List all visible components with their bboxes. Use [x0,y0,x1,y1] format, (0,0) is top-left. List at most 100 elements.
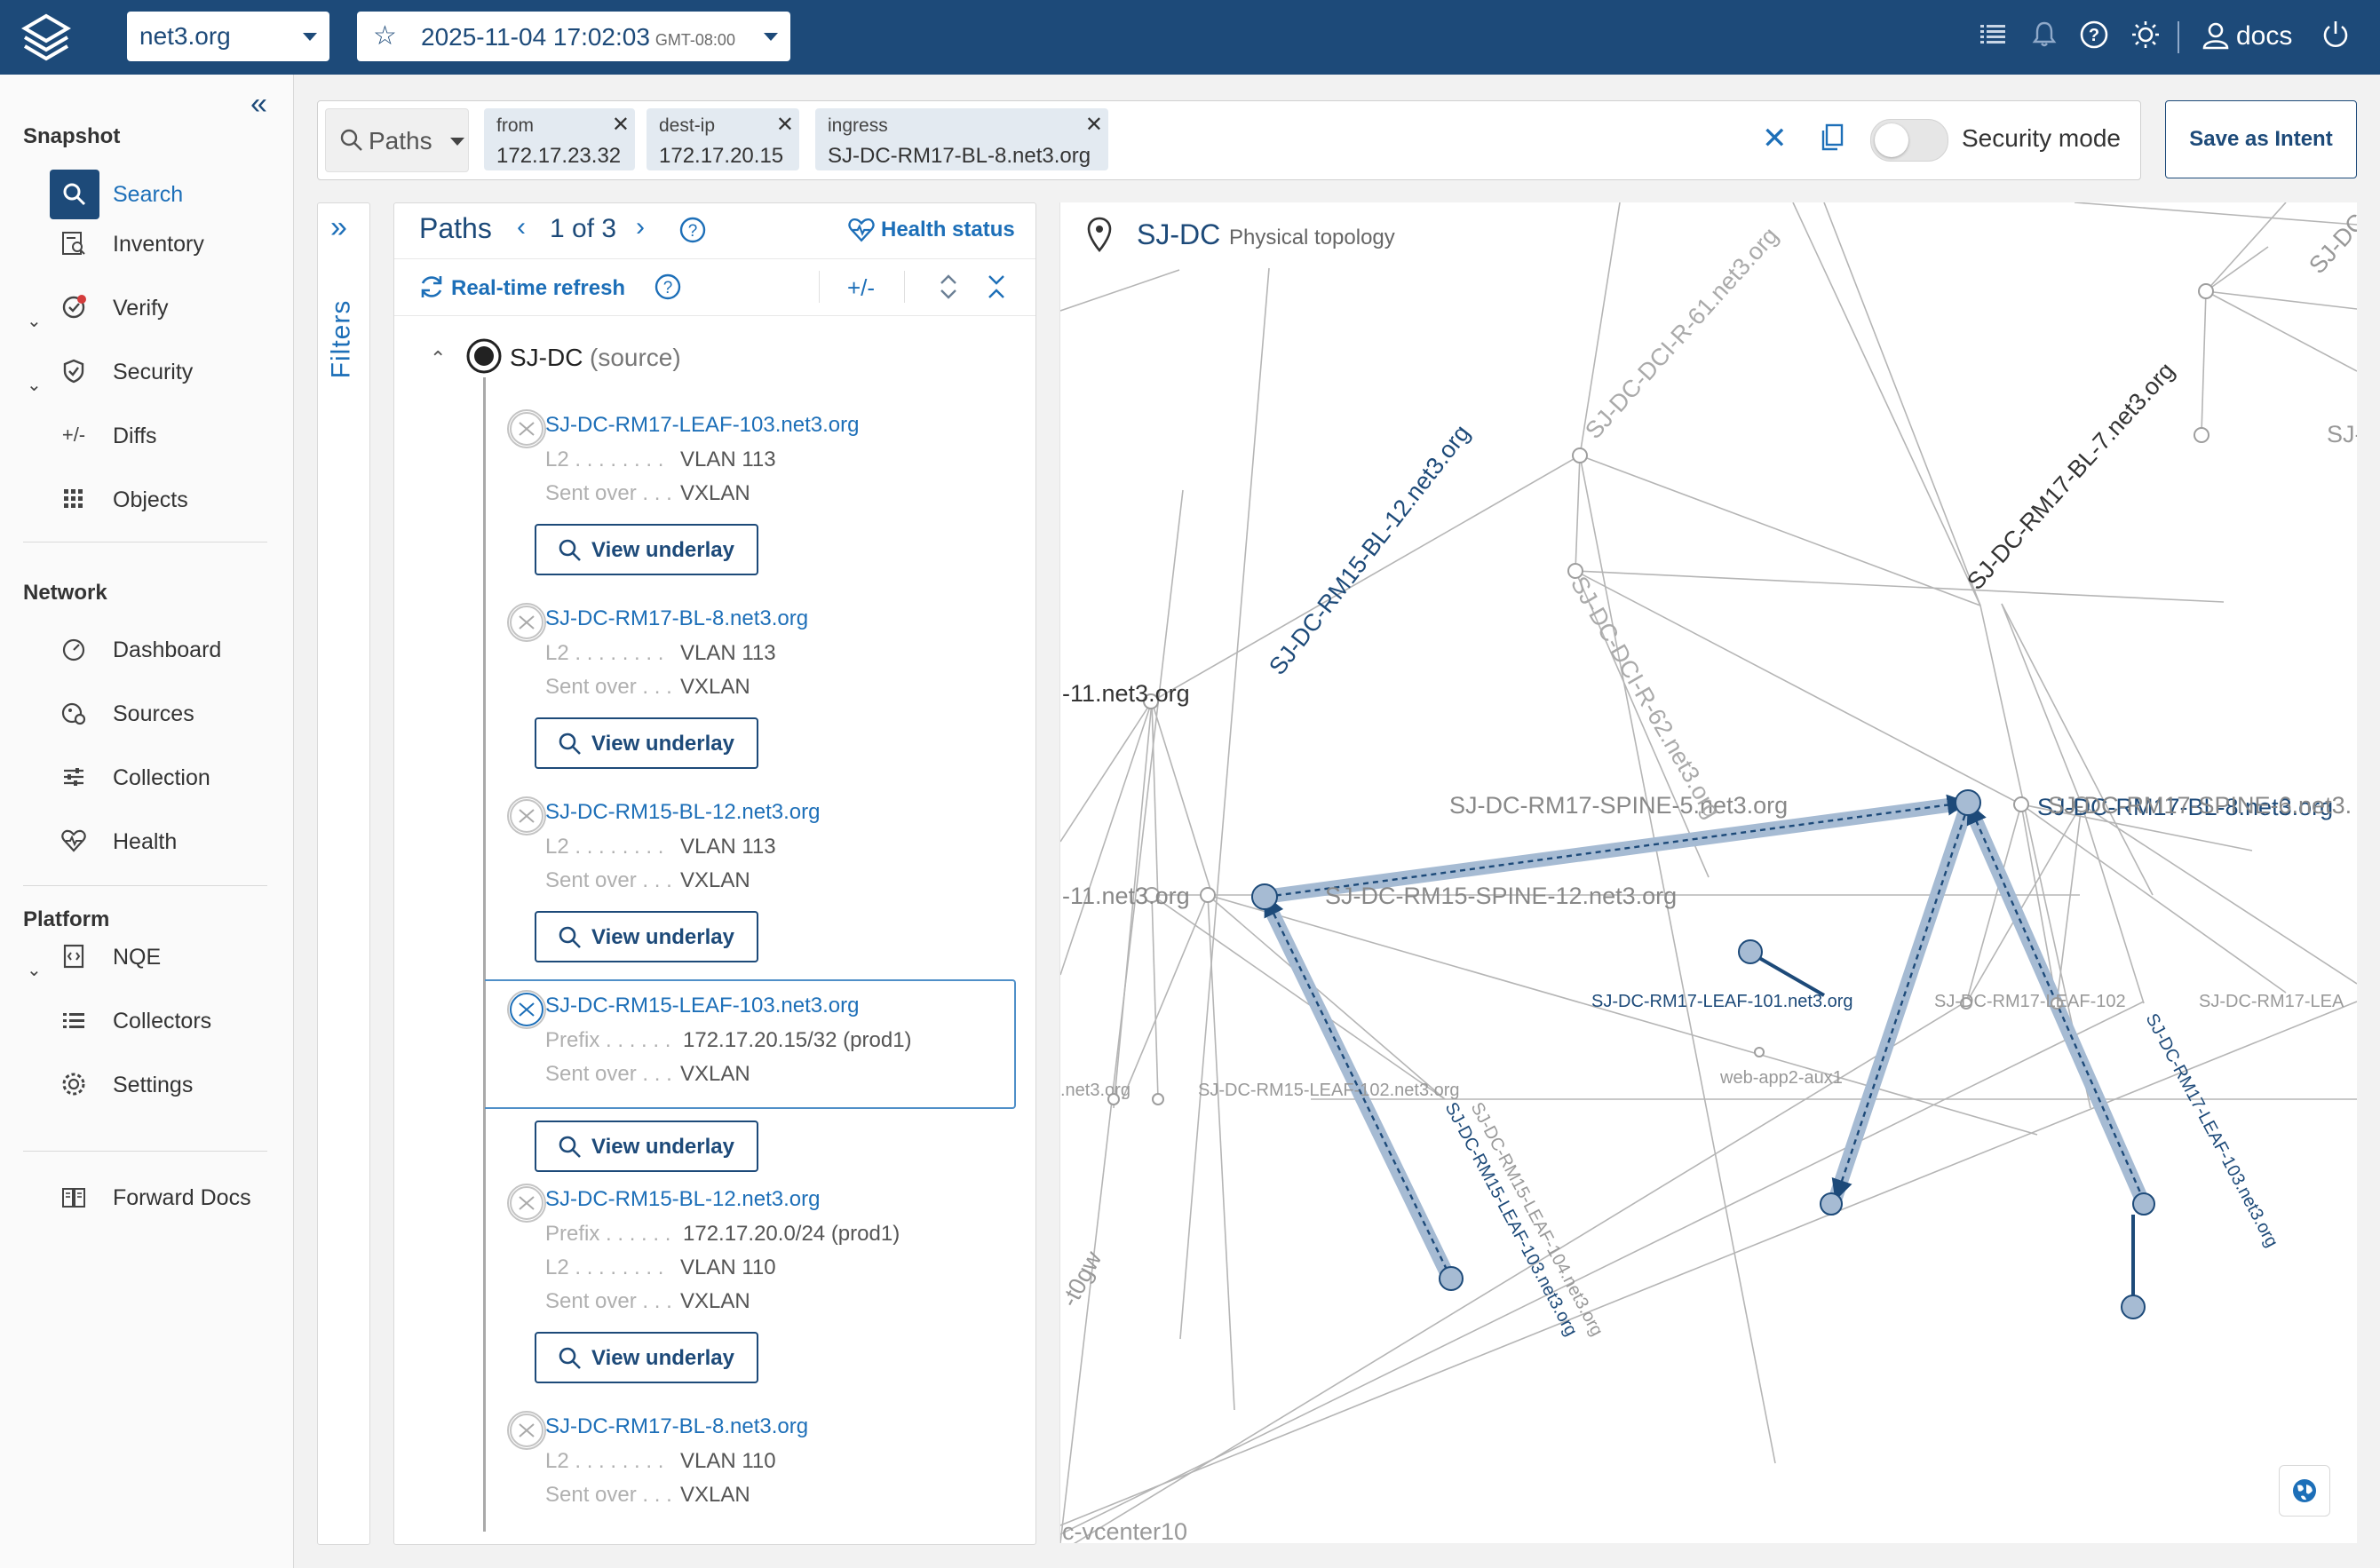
hop-detail-key: Prefix [545,1222,600,1246]
shield-icon [60,358,87,384]
switch-icon [507,990,546,1029]
chevron-down-icon[interactable]: ⌄ [27,374,42,396]
sidebar-item-objects[interactable]: Objects [50,475,272,521]
node-label: SJ-DC-RM15-LEAF-104.net3.org [1467,1099,1607,1339]
heart-pulse-icon [848,218,875,242]
node-label: c-vcenter10 [1062,1518,1187,1543]
hop-detail-value: VLAN 113 [680,835,776,859]
close-icon[interactable]: ✕ [612,112,630,138]
forward-logo-icon[interactable] [20,11,73,64]
chip-value: 172.17.23.32 [496,144,622,168]
star-icon[interactable]: ☆ [373,22,397,51]
collapse-source-icon[interactable]: ⌃ [430,347,446,370]
sidebar-item-dashboard[interactable]: Dashboard [50,625,272,671]
snapshot-date-value: 2025-11-04 17:02:03 [421,23,650,51]
snapshot-date: 2025-11-04 17:02:03 GMT-08:00 [421,23,735,51]
help-icon[interactable]: ? [654,273,682,301]
hop-device-name[interactable]: SJ-DC-RM17-BL-8.net3.org [545,1414,808,1439]
path-hop-selected[interactable]: SJ-DC-RM15-LEAF-103.net3.org Prefix . . … [507,990,1007,1172]
node-label: SJ-DC-RM17-SPINE-6.net3. [2048,792,2352,819]
filter-chip-dest-ip[interactable]: dest-ip 172.17.20.15 ✕ [647,108,799,170]
hop-detail-row: L2 . . . . . . . . VLAN 113 [545,641,776,665]
sidebar-item-security[interactable]: Security [50,347,272,393]
hop-detail-value: VXLAN [680,675,750,699]
sidebar-item-verify[interactable]: Verify [50,283,272,329]
search-mode-select[interactable]: Paths [325,108,469,172]
chevron-down-icon [450,138,464,146]
sidebar-item-collectors[interactable]: Collectors [50,996,272,1042]
globe-icon [2293,1479,2316,1502]
hop-device-name[interactable]: SJ-DC-RM17-BL-8.net3.org [545,606,808,631]
help-icon[interactable]: ? [2076,20,2112,55]
sun-icon[interactable] [2128,20,2163,55]
sidebar-item-diffs[interactable]: +/- Diffs [50,411,272,457]
node-label: -11.net3.org [1062,680,1190,707]
hop-device-name[interactable]: SJ-DC-RM15-BL-12.net3.org [545,800,820,825]
path-hop[interactable]: SJ-DC-RM17-LEAF-103.net3.org L2 . . . . … [507,409,1007,582]
diff-toggle-icon[interactable]: +/- [847,274,875,302]
path-hop[interactable]: SJ-DC-RM17-BL-8.net3.org L2 . . . . . . … [507,603,1007,775]
sidebar-item-nqe[interactable]: NQE [50,932,272,978]
expand-filters-icon[interactable]: » [330,210,347,245]
inventory-icon [60,230,87,257]
list-icon [60,1007,87,1033]
view-underlay-button[interactable]: View underlay [535,1332,758,1383]
security-mode-toggle[interactable] [1870,119,1948,162]
help-icon[interactable]: ? [678,216,707,244]
snapshot-date-select[interactable]: ☆ 2025-11-04 17:02:03 GMT-08:00 [357,12,790,61]
chip-key: from [496,115,534,136]
topology-graph[interactable]: -11.net3.org -11.net3.org SJ-DC-RM17-BL-… [1060,202,2357,1543]
topology-canvas[interactable]: -11.net3.org -11.net3.org SJ-DC-RM17-BL-… [1059,202,2357,1543]
view-underlay-button[interactable]: View underlay [535,1121,758,1172]
collapse-all-icon[interactable] [984,273,1009,301]
copy-icon[interactable] [1819,123,1845,157]
real-time-refresh-toggle[interactable]: Real-time refresh [451,276,625,301]
view-underlay-button[interactable]: View underlay [535,717,758,769]
bell-icon[interactable] [2027,20,2062,55]
path-hop[interactable]: SJ-DC-RM17-BL-8.net3.org L2 . . . . . . … [507,1411,1007,1539]
chevron-down-icon[interactable]: ⌄ [27,310,42,332]
next-path-icon[interactable]: › [636,212,645,242]
sidebar-item-sources[interactable]: Sources [50,689,272,735]
filters-rail[interactable]: » Filters [317,202,370,1545]
hop-device-name[interactable]: SJ-DC-RM15-BL-12.net3.org [545,1187,820,1212]
chip-value: SJ-DC-RM17-BL-8.net3.org [828,144,1091,168]
path-hop[interactable]: SJ-DC-RM15-BL-12.net3.org Prefix . . . .… [507,1184,1007,1400]
save-as-intent-button[interactable]: Save as Intent [2165,100,2357,178]
globe-view-button[interactable] [2279,1465,2330,1517]
hop-detail-key: L2 [545,641,569,665]
filter-chip-ingress[interactable]: ingress SJ-DC-RM17-BL-8.net3.org ✕ [815,108,1108,170]
paths-title: Paths [419,212,492,244]
view-underlay-label: View underlay [591,1346,734,1370]
sidebar-item-search[interactable]: Search [50,170,272,219]
sidebar-item-label: Collectors [113,1009,212,1033]
source-name: SJ-DC [510,344,583,371]
prev-path-icon[interactable]: ‹ [517,212,526,242]
topology-labels: -11.net3.org -11.net3.org SJ-DC-RM17-BL-… [1060,202,2357,1543]
hop-detail-value: VXLAN [680,481,750,505]
view-underlay-button[interactable]: View underlay [535,911,758,962]
chevron-down-icon[interactable]: ⌄ [27,959,42,981]
list-icon[interactable] [1975,20,2011,55]
sidebar-item-label: Settings [113,1073,194,1097]
hop-device-name[interactable]: SJ-DC-RM15-LEAF-103.net3.org [545,994,859,1018]
sidebar-item-health[interactable]: Health [50,817,272,863]
close-icon[interactable]: ✕ [776,112,794,138]
diffs-icon: +/- [61,424,86,446]
view-underlay-button[interactable]: View underlay [535,524,758,575]
close-icon[interactable]: ✕ [1085,112,1103,138]
expand-all-icon[interactable] [936,273,961,301]
health-status-link[interactable]: Health status [881,218,1015,242]
network-select[interactable]: net3.org [127,12,329,61]
sidebar-item-collection[interactable]: Collection [50,753,272,799]
collapse-sidebar-icon[interactable]: « [250,87,267,122]
path-hop[interactable]: SJ-DC-RM15-BL-12.net3.org L2 . . . . . .… [507,796,1007,969]
sidebar-item-settings[interactable]: Settings [50,1060,272,1106]
path-nodes[interactable] [1251,789,2155,1319]
sidebar-item-forward-docs[interactable]: Forward Docs [50,1173,272,1219]
clear-search-icon[interactable]: ✕ [1762,121,1788,156]
sidebar-item-inventory[interactable]: Inventory [50,219,272,265]
filter-chip-from[interactable]: from 172.17.23.32 ✕ [484,108,635,170]
power-icon[interactable] [2318,20,2353,55]
hop-device-name[interactable]: SJ-DC-RM17-LEAF-103.net3.org [545,413,859,438]
